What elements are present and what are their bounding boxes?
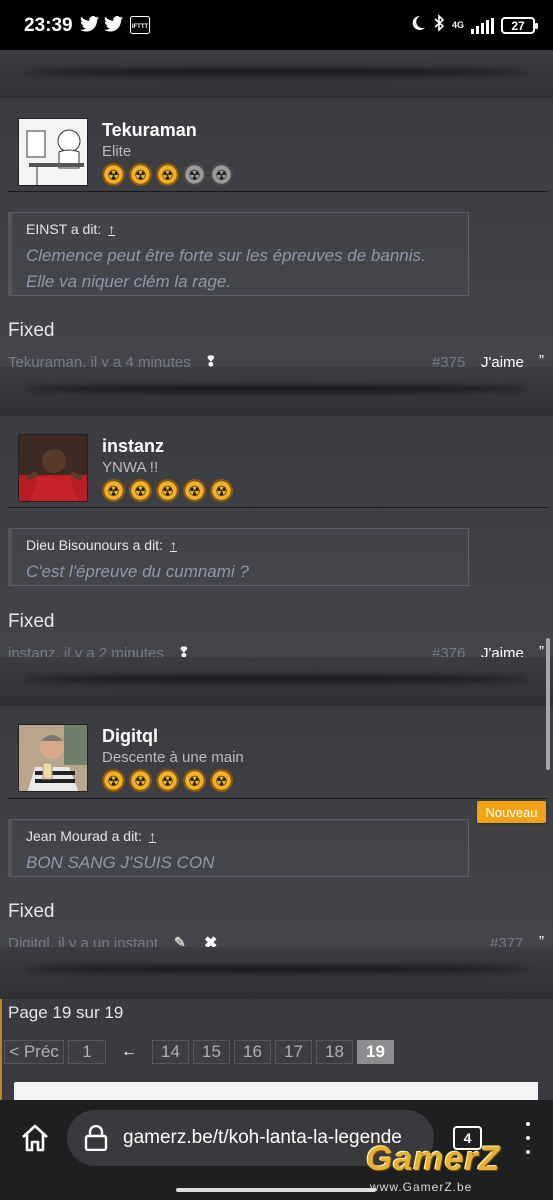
divider [8, 191, 548, 192]
radiation-icon: ☢ [129, 163, 152, 186]
twitter-icon [104, 16, 123, 37]
radiation-icon: ☢ [102, 163, 125, 186]
post-separator [0, 657, 553, 709]
divider [8, 798, 548, 799]
post-separator [0, 947, 553, 999]
quote-text: C'est l'épreuve du cumnami ? [26, 562, 249, 581]
avatar[interactable] [18, 118, 88, 186]
lock-icon [84, 1124, 108, 1152]
gesture-bar [176, 1188, 376, 1192]
username[interactable]: Digitql [102, 726, 158, 747]
status-bar: 23:39 IFTTT 4G 27 [0, 0, 553, 50]
quote-block: Dieu Bisounours a dit: ↑ C'est l'épreuve … [8, 528, 469, 586]
bluetooth-icon [433, 14, 445, 37]
radiation-icon: ☢ [210, 163, 233, 186]
post-body: Fixed [8, 901, 55, 922]
svg-text:IFTTT: IFTTT [132, 24, 149, 30]
watermark-url: www.GamerZ.be [370, 1180, 473, 1194]
radiation-icon: ☢ [156, 163, 179, 186]
more-vert-icon[interactable] [523, 1122, 533, 1154]
forum-post: instanz YNWA !! ☢ ☢ ☢ ☢ ☢ Dieu Bisounour… [0, 416, 553, 681]
page-link[interactable]: 18 [316, 1040, 353, 1064]
page-link[interactable]: 17 [275, 1040, 312, 1064]
quote-source-link[interactable]: ↑ [170, 537, 177, 553]
page-link[interactable]: 16 [234, 1040, 271, 1064]
quote-block: EINST a dit: ↑ Clemence peut être forte s… [8, 212, 469, 296]
watermark-logo: GamerZ [366, 1140, 501, 1178]
divider [8, 507, 548, 508]
quote-source-link[interactable]: ↑ [108, 221, 115, 237]
page-indicator: Page 19 sur 19 [8, 1003, 124, 1022]
quote-author-label: Dieu Bisounours a dit: [26, 537, 163, 553]
forum-post: Digitql Descente à une main ☢ ☢ ☢ ☢ ☢ No… [0, 706, 553, 971]
clock: 23:39 [24, 15, 73, 36]
battery-icon: 27 [501, 17, 538, 34]
username[interactable]: instanz [102, 436, 164, 457]
scrollbar[interactable] [546, 638, 550, 770]
arrow-left-icon: ← [121, 1043, 137, 1060]
radiation-icon: ☢ [129, 479, 152, 502]
prev-page-button[interactable]: < Préc [4, 1040, 64, 1064]
radiation-icon: ☢ [183, 479, 206, 502]
radiation-icon: ☢ [183, 769, 206, 792]
user-rank: YNWA !! [102, 459, 159, 476]
quote-source-link[interactable]: ↑ [149, 828, 156, 844]
radiation-icon: ☢ [156, 479, 179, 502]
user-rank: Elite [102, 143, 132, 160]
radiation-icon: ☢ [102, 479, 125, 502]
post-body: Fixed [8, 611, 55, 632]
page-link[interactable]: 14 [152, 1040, 189, 1064]
avatar[interactable] [18, 434, 88, 502]
avatar[interactable] [18, 724, 88, 792]
ifttt-icon: IFTTT [130, 16, 150, 39]
page-link-current[interactable]: 19 [357, 1040, 394, 1064]
signal-icon [471, 17, 494, 34]
username[interactable]: Tekuraman [102, 120, 197, 141]
home-icon[interactable] [19, 1122, 51, 1154]
status-icons: 4G 27 [410, 14, 538, 37]
url-text[interactable]: gamerz.be/t/koh-lanta-la-legende [123, 1127, 402, 1149]
quote-author: Jean Mourad a dit: ↑ [26, 828, 156, 844]
post-separator [0, 367, 553, 419]
browser-toolbar: gamerz.be/t/koh-lanta-la-legende 4 Gamer… [0, 1100, 553, 1200]
moon-icon [410, 15, 426, 36]
user-level-icons: ☢ ☢ ☢ ☢ ☢ [102, 769, 233, 792]
post-separator [0, 50, 553, 102]
post-body: Fixed [8, 320, 55, 341]
page-link-first[interactable]: 1 [68, 1040, 106, 1064]
radiation-icon: ☢ [210, 769, 233, 792]
quote-author: Dieu Bisounours a dit: ↑ [26, 537, 177, 553]
twitter-icon [80, 16, 99, 37]
pagination: < Préc 1 ← 14 15 16 17 18 19 [4, 1040, 394, 1064]
quote-author-label: EINST a dit: [26, 221, 102, 237]
page-link[interactable]: 15 [193, 1040, 230, 1064]
radiation-icon: ☢ [183, 163, 206, 186]
ad-banner[interactable] [14, 1082, 538, 1100]
forum-page: Tekuraman Elite ☢ ☢ ☢ ☢ ☢ EINST a dit: ↑ … [0, 50, 553, 1100]
quote-text: BON SANG J'SUIS CON [26, 853, 215, 872]
quote-author: EINST a dit: ↑ [26, 221, 115, 237]
radiation-icon: ☢ [102, 769, 125, 792]
quote-author-label: Jean Mourad a dit: [26, 828, 142, 844]
radiation-icon: ☢ [210, 479, 233, 502]
radiation-icon: ☢ [129, 769, 152, 792]
radiation-icon: ☢ [156, 769, 179, 792]
forum-post: Tekuraman Elite ☢ ☢ ☢ ☢ ☢ EINST a dit: ↑ … [0, 98, 553, 391]
user-level-icons: ☢ ☢ ☢ ☢ ☢ [102, 163, 233, 186]
new-badge: Nouveau [477, 801, 546, 823]
user-level-icons: ☢ ☢ ☢ ☢ ☢ [102, 479, 233, 502]
quote-block: Jean Mourad a dit: ↑ BON SANG J'SUIS CON [8, 819, 469, 877]
quote-text: Clemence peut être forte sur les épreuve… [26, 246, 426, 291]
user-rank: Descente à une main [102, 749, 244, 766]
network-type: 4G [451, 20, 464, 30]
